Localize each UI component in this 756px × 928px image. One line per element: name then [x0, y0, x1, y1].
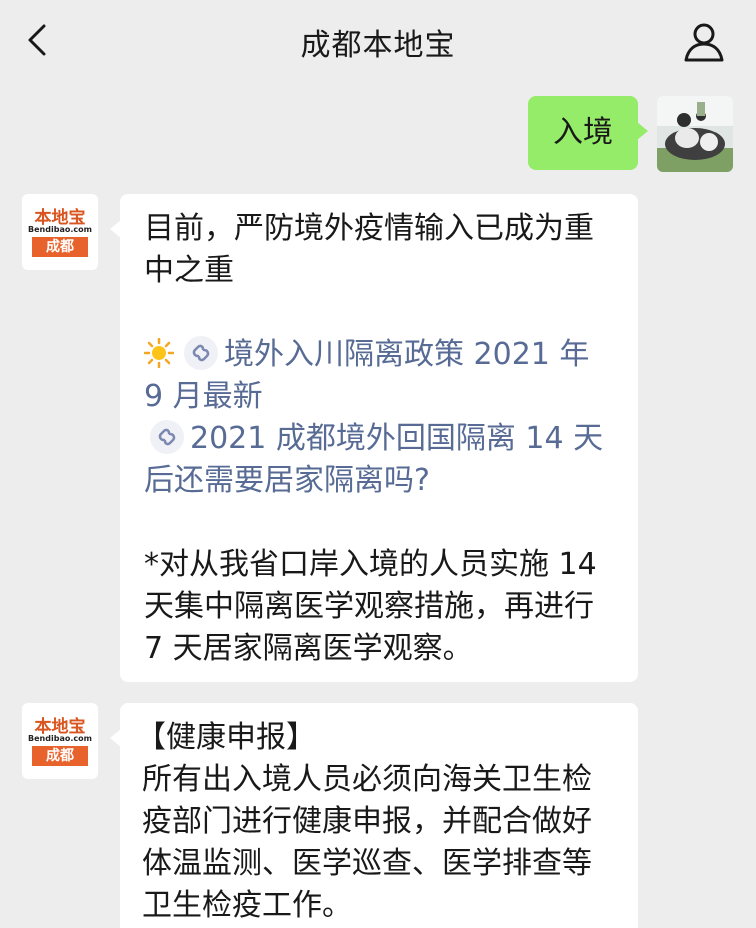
- section-heading: 【健康申报】: [136, 720, 316, 755]
- logo-city-badge: 成都: [32, 746, 88, 766]
- link-line: 2021 成都境外回国隔离 14 天: [144, 418, 616, 460]
- person-icon: [684, 23, 724, 62]
- message-text: 中之重: [144, 253, 234, 288]
- bot-avatar[interactable]: 本地宝 Bendibao.com 成都: [22, 194, 98, 270]
- logo-domain: Bendibao.com: [28, 734, 92, 743]
- quarantine-link[interactable]: 2021 成都境外回国隔离 14 天: [190, 421, 603, 456]
- message-text: 卫生检疫工作。: [142, 888, 352, 923]
- user-avatar[interactable]: [657, 96, 733, 172]
- message-text: 疫部门进行健康申报，并配合做好: [142, 804, 592, 839]
- logo-domain: Bendibao.com: [28, 225, 92, 234]
- bot-avatar[interactable]: 本地宝 Bendibao.com 成都: [22, 703, 98, 779]
- message-text: 目前，严防境外疫情输入已成为重: [144, 211, 594, 246]
- message-text: 7 天居家隔离医学观察。: [144, 631, 473, 666]
- policy-link-continued[interactable]: 9 月最新: [144, 376, 616, 418]
- message-text: 体温监测、医学巡查、医学排查等: [142, 846, 592, 881]
- outgoing-bubble[interactable]: 入境: [528, 96, 648, 170]
- message-text: 所有出入境人员必须向海关卫生检: [142, 762, 592, 797]
- profile-button[interactable]: [682, 20, 726, 64]
- chat-title: 成都本地宝: [300, 28, 456, 63]
- policy-link[interactable]: 境外入川隔离政策 2021 年: [224, 337, 589, 372]
- quarantine-link-continued[interactable]: 后还需要居家隔离吗?: [144, 460, 616, 502]
- incoming-bubble: 目前，严防境外疫情输入已成为重 中之重 境外入川隔离政策 2021 年 9 月最…: [110, 194, 638, 682]
- message-text: *对从我省口岸入境的人员实施 14: [144, 547, 597, 582]
- link-line: 境外入川隔离政策 2021 年: [144, 334, 616, 376]
- mini-program-link-icon[interactable]: [150, 420, 184, 454]
- mini-program-link-icon[interactable]: [184, 336, 218, 370]
- panda-sculpture-image: [657, 96, 733, 172]
- message-text: 天集中隔离医学观察措施，再进行: [144, 589, 594, 624]
- incoming-bubble: 【健康申报】 所有出入境人员必须向海关卫生检 疫部门进行健康申报，并配合做好 体…: [110, 703, 638, 928]
- chat-header: 成都本地宝: [0, 0, 756, 82]
- sun-icon: [144, 338, 174, 368]
- logo-city-badge: 成都: [32, 237, 88, 257]
